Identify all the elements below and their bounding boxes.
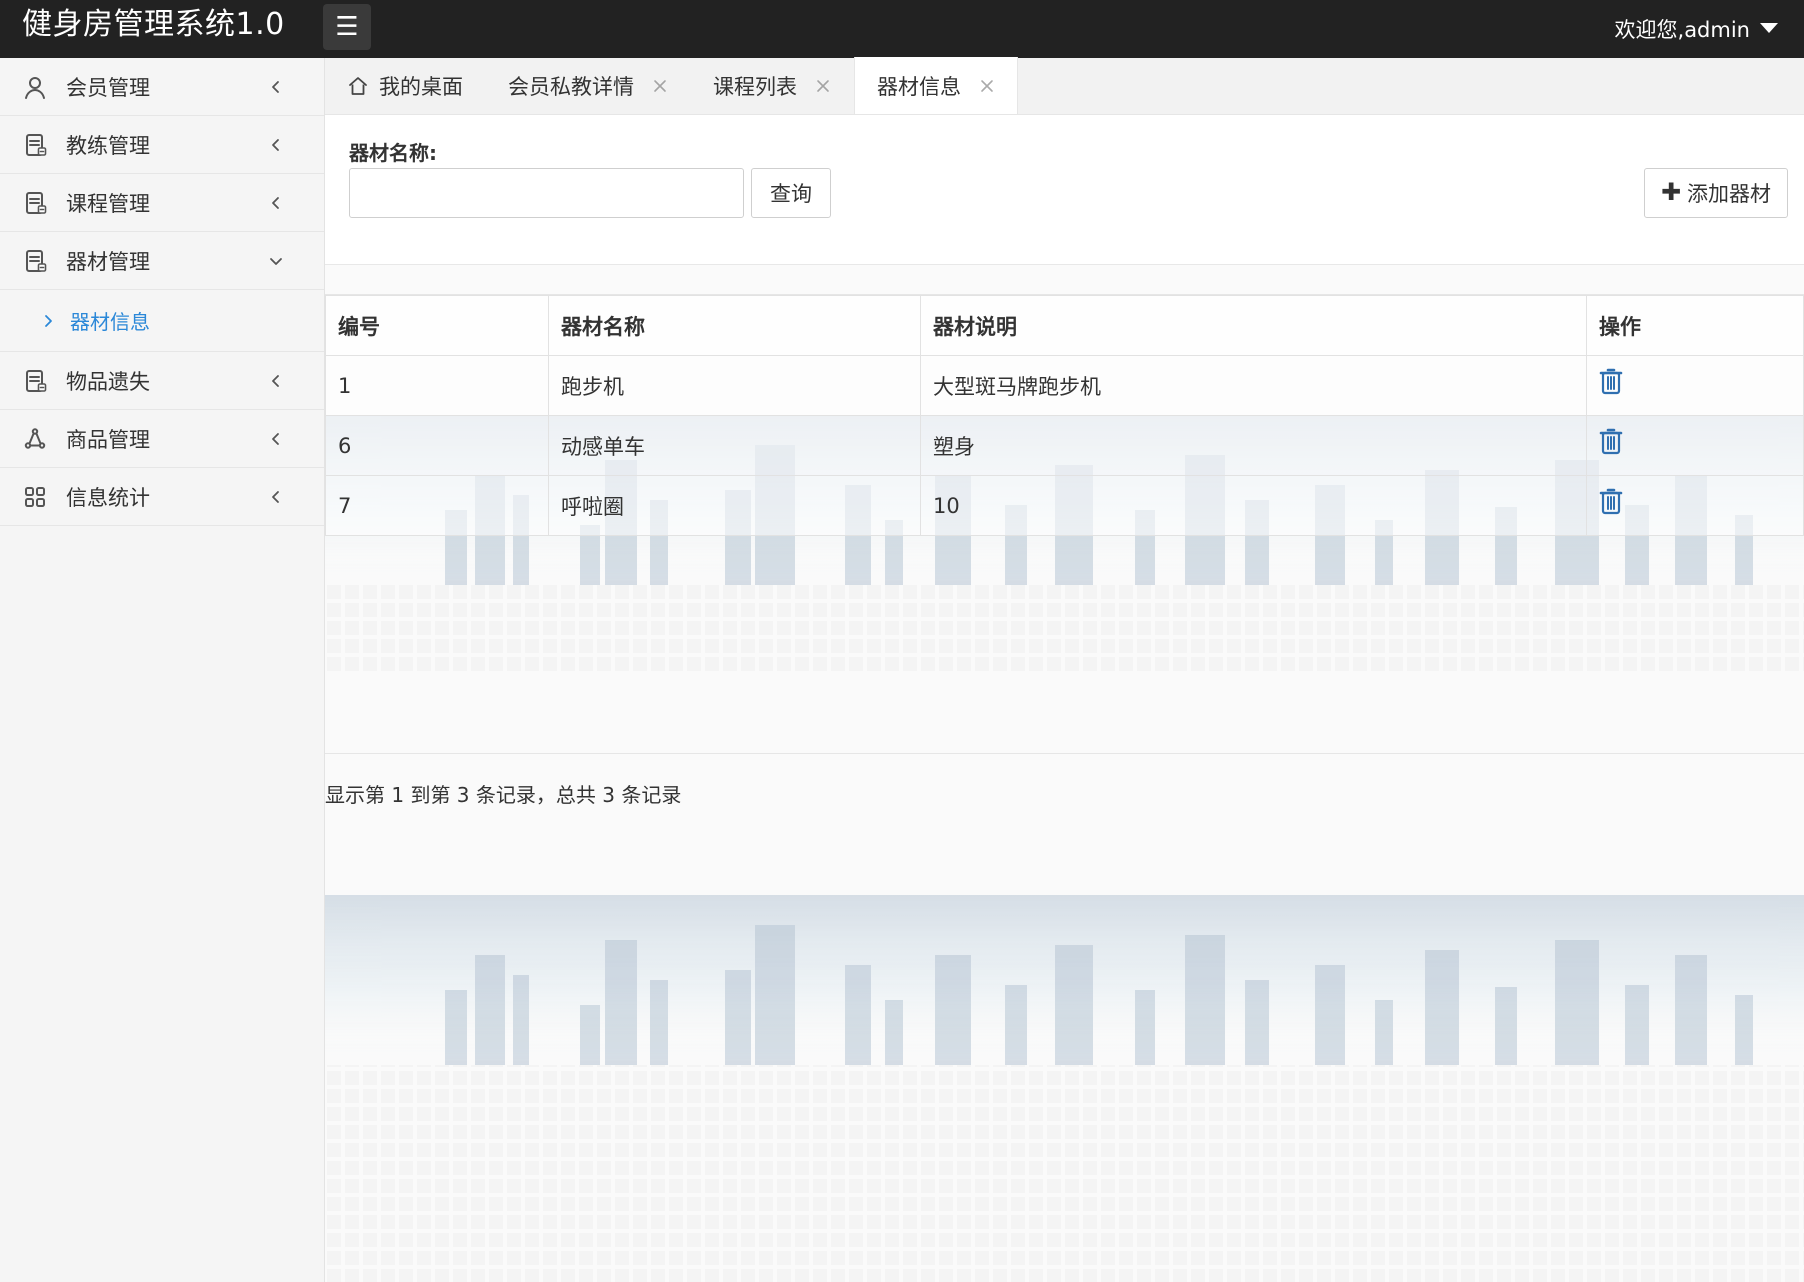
cell-id: 7: [325, 475, 549, 536]
home-icon: [347, 75, 369, 97]
sidebar-item-course-management[interactable]: 课程管理: [0, 174, 324, 232]
tab-label: 课程列表: [713, 74, 797, 99]
search-button-label: 查询: [770, 182, 812, 206]
tab-my-desktop[interactable]: 我的桌面: [325, 57, 486, 114]
add-equipment-button[interactable]: ✚ 添加器材: [1644, 168, 1788, 218]
sidebar-item-label: 课程管理: [66, 191, 150, 216]
sidebar-subitem-equipment-info[interactable]: 器材信息: [0, 290, 324, 352]
chevron-left-icon: [268, 431, 284, 447]
trash-icon[interactable]: [1599, 487, 1623, 515]
cell-name: 呼啦圈: [548, 475, 921, 536]
tab-bar: 我的桌面 会员私教详情 课程列表 器材信息: [325, 57, 1804, 115]
plus-icon: ✚: [1660, 178, 1682, 206]
equipment-name-input[interactable]: [349, 168, 744, 218]
sidebar-item-coach-management[interactable]: 教练管理: [0, 116, 324, 174]
equipment-table-container: 编号 器材名称 器材说明 操作 1 跑步机 大型斑马牌跑步机 6 动感单车 塑身…: [325, 294, 1804, 754]
document-icon: [22, 190, 48, 216]
sidebar-item-label: 教练管理: [66, 133, 150, 158]
table-header-actions: 操作: [1586, 295, 1804, 356]
cell-description: 大型斑马牌跑步机: [920, 355, 1587, 416]
equipment-name-label: 器材名称:: [349, 141, 437, 165]
sidebar-toggle-button[interactable]: ☰: [323, 4, 371, 50]
cell-description: 塑身: [920, 415, 1587, 476]
tab-course-list[interactable]: 课程列表: [691, 57, 854, 114]
sidebar-item-statistics[interactable]: 信息统计: [0, 468, 324, 526]
table-header-name: 器材名称: [548, 295, 921, 356]
tab-label: 器材信息: [877, 74, 961, 99]
cell-name: 跑步机: [548, 355, 921, 416]
close-icon[interactable]: [979, 78, 995, 94]
grid-icon: [22, 484, 48, 510]
main-content: 器材名称: 查询 ✚ 添加器材 编号 器材名称 器材说明 操作 1 跑步机 大型…: [325, 115, 1804, 1282]
equipment-table: 编号 器材名称 器材说明 操作 1 跑步机 大型斑马牌跑步机 6 动感单车 塑身…: [325, 295, 1804, 536]
sidebar: 会员管理 教练管理 课程管理 器材管理 器材信息 物品遗失 商品管理 信息统计: [0, 58, 325, 1282]
caret-down-icon: [1760, 22, 1778, 33]
user-label: 欢迎您,admin: [1614, 18, 1750, 42]
chevron-left-icon: [268, 79, 284, 95]
cell-description: 10: [920, 475, 1587, 536]
cell-id: 6: [325, 415, 549, 476]
table-header-description: 器材说明: [920, 295, 1587, 356]
chevron-left-icon: [268, 373, 284, 389]
topbar: 健身房管理系统1.0 ☰ 欢迎您,admin: [0, 0, 1804, 58]
tab-equipment-info[interactable]: 器材信息: [854, 57, 1018, 114]
sidebar-item-member-management[interactable]: 会员管理: [0, 58, 324, 116]
sidebar-item-label: 会员管理: [66, 75, 150, 100]
network-icon: [22, 426, 48, 452]
sidebar-item-label: 信息统计: [66, 485, 150, 510]
sidebar-subitem-label: 器材信息: [70, 310, 150, 334]
document-icon: [22, 248, 48, 274]
add-equipment-button-label: 添加器材: [1687, 182, 1772, 206]
table-header-id: 编号: [325, 295, 549, 356]
user-menu[interactable]: 欢迎您,admin: [1615, 0, 1778, 58]
search-panel: 器材名称: 查询 ✚ 添加器材: [325, 115, 1804, 265]
table-header-row: 编号 器材名称 器材说明 操作: [325, 295, 1804, 356]
tab-label: 我的桌面: [379, 74, 463, 99]
chevron-left-icon: [268, 195, 284, 211]
tab-label: 会员私教详情: [508, 74, 634, 99]
chevron-down-icon: [268, 253, 284, 269]
search-button[interactable]: 查询: [751, 168, 831, 218]
close-icon[interactable]: [652, 78, 668, 94]
sidebar-item-lost-items[interactable]: 物品遗失: [0, 352, 324, 410]
menu-icon: ☰: [335, 12, 359, 42]
cell-actions: [1586, 475, 1804, 536]
sidebar-item-equipment-management[interactable]: 器材管理: [0, 232, 324, 290]
sidebar-item-label: 商品管理: [66, 427, 150, 452]
document-icon: [22, 132, 48, 158]
cell-name: 动感单车: [548, 415, 921, 476]
pagination-summary: 显示第 1 到第 3 条记录，总共 3 条记录: [325, 783, 682, 807]
chevron-right-icon: [40, 313, 56, 329]
trash-icon[interactable]: [1599, 367, 1623, 395]
table-row: 6 动感单车 塑身: [325, 415, 1804, 476]
sidebar-item-label: 器材管理: [66, 249, 150, 274]
cell-actions: [1586, 415, 1804, 476]
tab-member-private-coach-details[interactable]: 会员私教详情: [486, 57, 691, 114]
user-icon: [22, 74, 48, 100]
table-row: 7 呼啦圈 10: [325, 475, 1804, 536]
cell-id: 1: [325, 355, 549, 416]
chevron-left-icon: [268, 137, 284, 153]
document-icon: [22, 368, 48, 394]
table-row: 1 跑步机 大型斑马牌跑步机: [325, 355, 1804, 416]
sidebar-item-product-management[interactable]: 商品管理: [0, 410, 324, 468]
cell-actions: [1586, 355, 1804, 416]
close-icon[interactable]: [815, 78, 831, 94]
app-title: 健身房管理系统1.0: [22, 7, 285, 42]
sidebar-item-label: 物品遗失: [66, 369, 150, 394]
chevron-left-icon: [268, 489, 284, 505]
trash-icon[interactable]: [1599, 427, 1623, 455]
